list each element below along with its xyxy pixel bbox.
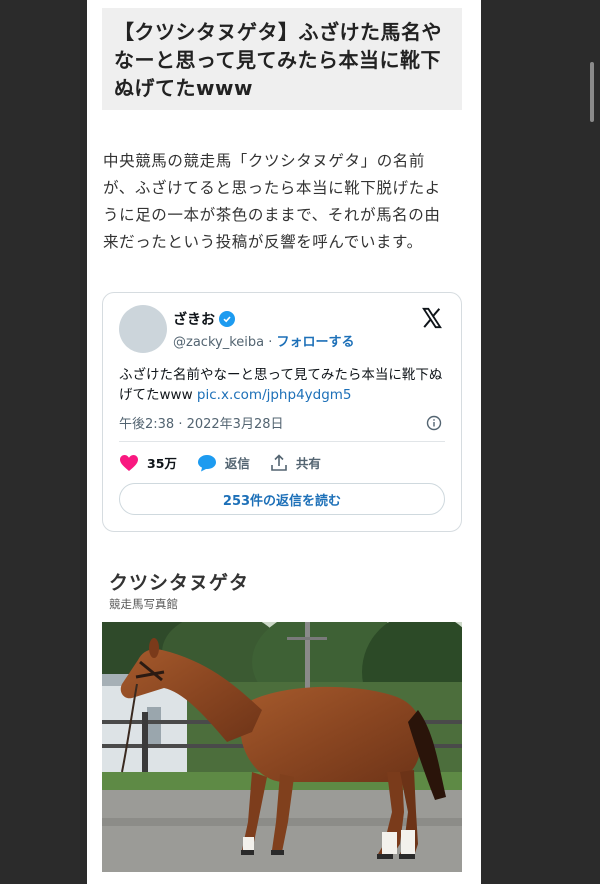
follow-button[interactable]: フォローする — [277, 335, 355, 350]
display-name[interactable]: ざきお — [173, 309, 215, 329]
horse-photo — [102, 622, 462, 872]
article-intro: 中央競馬の競走馬「クツシタヌゲタ」の名前が、ふざけてると思ったら本当に靴下脱げた… — [103, 152, 441, 251]
avatar[interactable] — [119, 305, 167, 353]
divider — [119, 441, 445, 442]
scrollbar[interactable] — [590, 62, 594, 122]
tweet-handle-row: @zacky_keiba · フォローする — [173, 331, 355, 350]
share-button[interactable]: 共有 — [270, 453, 321, 472]
reply-bubble-icon — [197, 454, 216, 471]
read-replies-button[interactable]: 253件の返信を読む — [119, 483, 445, 515]
reply-button[interactable]: 返信 — [197, 453, 250, 472]
share-label: 共有 — [295, 456, 321, 471]
separator: · — [264, 335, 277, 350]
tweet-text: ふざけた名前やなーと思って見てみたら本当に靴下ぬげてたwww pic.x.com… — [119, 365, 449, 405]
like-count: 35万 — [147, 456, 177, 471]
tweet-actions: 35万 返信 共有 — [119, 453, 341, 472]
share-icon — [271, 453, 287, 471]
tweet-author[interactable]: ざきお — [173, 309, 235, 329]
heart-icon — [120, 454, 138, 471]
horse-name-heading: クツシタヌゲタ — [109, 572, 250, 594]
article-title: 【クツシタヌゲタ】ふざけた馬名やなーと思って見てみたら本当に靴下ぬげてたwww — [114, 20, 442, 100]
reply-label: 返信 — [224, 456, 250, 471]
embedded-tweet[interactable]: ざきお @zacky_keiba · フォローする ふざけた名前やなーと思って見… — [102, 292, 462, 532]
like-button[interactable]: 35万 — [119, 453, 177, 472]
verified-badge-icon — [219, 311, 235, 327]
info-icon[interactable] — [426, 415, 442, 431]
tweet-media-link[interactable]: pic.x.com/jphp4ydgm5 — [197, 387, 352, 403]
photo-source: 競走馬写真館 — [109, 597, 178, 611]
tweet-timestamp[interactable]: 午後2:38 · 2022年3月28日 — [119, 413, 284, 432]
article-title-box: 【クツシタヌゲタ】ふざけた馬名やなーと思って見てみたら本当に靴下ぬげてたwww — [102, 8, 462, 110]
article-page: 【クツシタヌゲタ】ふざけた馬名やなーと思って見てみたら本当に靴下ぬげてたwww … — [87, 0, 481, 884]
x-logo-icon[interactable] — [421, 307, 443, 329]
handle[interactable]: @zacky_keiba — [173, 335, 264, 350]
